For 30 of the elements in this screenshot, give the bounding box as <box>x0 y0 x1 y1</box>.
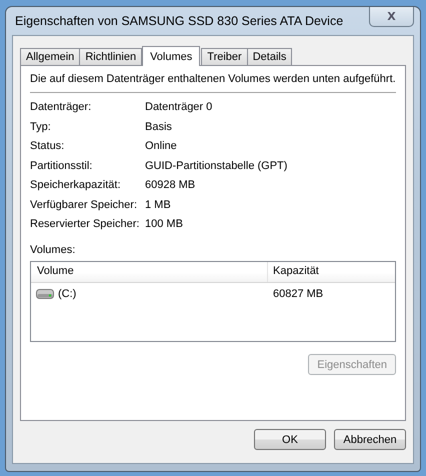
dialog-button[interactable]: OK <box>254 429 326 450</box>
property-value: 1 MB <box>145 198 171 210</box>
tab[interactable]: Volumes <box>142 46 200 66</box>
tab[interactable]: Allgemein <box>20 48 80 65</box>
property-label: Verfügbarer Speicher: <box>30 198 138 210</box>
property-label: Status: <box>30 140 64 152</box>
property-label: Speicherkapazität: <box>30 179 120 191</box>
property-value: 60928 MB <box>145 179 196 191</box>
property-value: Online <box>145 140 177 152</box>
property-value: 100 MB <box>145 218 183 230</box>
property-label: Partitionsstil: <box>30 160 92 172</box>
column-header[interactable]: Volume <box>31 262 268 282</box>
column-header[interactable]: Kapazität <box>268 262 319 282</box>
tab[interactable]: Treiber <box>201 48 248 65</box>
dialog-button[interactable]: Abbrechen <box>334 429 406 450</box>
property-value: Datenträger 0 <box>145 101 212 113</box>
property-label: Reservierter Speicher: <box>30 218 140 230</box>
drive-label[interactable]: (C:) <box>58 288 76 300</box>
window-title: Eigenschaften von SAMSUNG SSD 830 Series ATA Device <box>14 14 344 28</box>
description-text: Die auf diesem Datenträger enthaltenen Volumes werden unten aufgeführt. <box>30 73 396 85</box>
drive-icon <box>36 289 54 299</box>
volumes-label: Volumes: <box>30 244 76 256</box>
property-value: GUID-Partitionstabelle (GPT) <box>145 160 288 172</box>
volume-capacity: 60827 MB <box>272 288 324 300</box>
property-label: Typ: <box>30 120 51 132</box>
tab[interactable]: Details <box>246 48 292 65</box>
property-label: Datenträger: <box>30 101 92 113</box>
tab[interactable]: Richtlinien <box>79 48 142 65</box>
close-button[interactable]: X <box>369 7 414 27</box>
property-value: Basis <box>145 120 172 132</box>
